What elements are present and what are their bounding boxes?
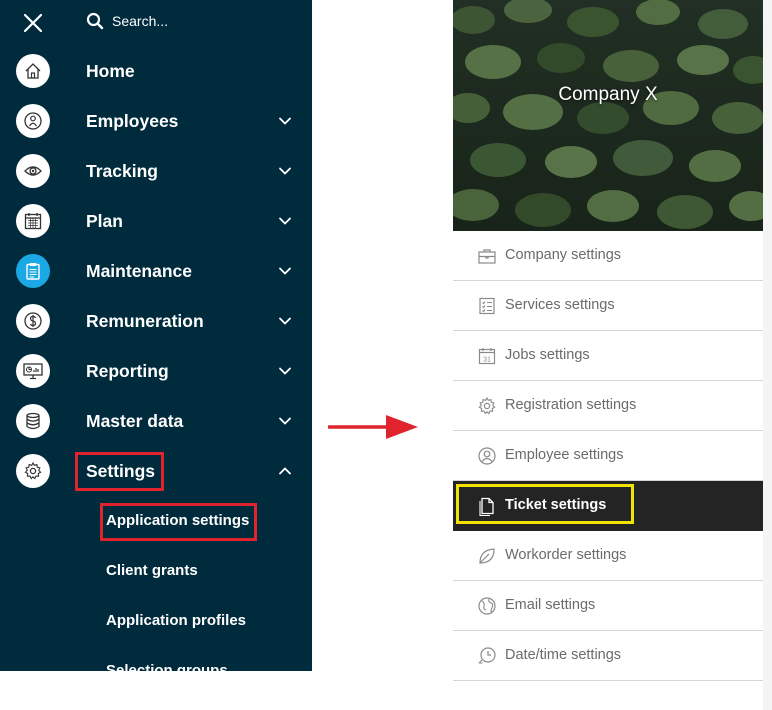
gear-icon xyxy=(16,454,50,488)
calendar-31-icon: 31 xyxy=(478,348,496,365)
menu-item-workorder-settings[interactable]: Workorder settings xyxy=(453,531,763,581)
subnav-application-profiles[interactable]: Application profiles xyxy=(106,606,246,636)
clock-icon xyxy=(478,647,496,664)
clipboard-icon xyxy=(16,254,50,288)
menu-label: Jobs settings xyxy=(505,347,590,363)
nav-item-tracking[interactable]: Tracking xyxy=(0,146,312,196)
dollar-coin-icon xyxy=(16,304,50,338)
nav-label-tracking: Tracking xyxy=(86,161,158,181)
nav-label-maintenance: Maintenance xyxy=(86,261,192,281)
globe-icon xyxy=(478,597,496,615)
nav-item-maintenance[interactable]: Maintenance xyxy=(0,246,312,296)
menu-label: Date/time settings xyxy=(505,647,622,663)
menu-item-email-settings[interactable]: Email settings xyxy=(453,581,763,631)
nav-label-home: Home xyxy=(86,61,135,81)
nav-label-master-data: Master data xyxy=(86,411,184,431)
nav-item-employees[interactable]: Employees xyxy=(0,96,312,146)
gear-icon xyxy=(478,396,496,415)
close-icon[interactable] xyxy=(20,10,46,36)
chevron-down-icon[interactable] xyxy=(278,414,292,428)
menu-item-jobs-settings[interactable]: 31 Jobs settings xyxy=(453,331,763,381)
nav-label-reporting: Reporting xyxy=(86,361,169,381)
nav-item-reporting[interactable]: Reporting xyxy=(0,346,312,396)
settings-highlight-box xyxy=(75,452,164,491)
chevron-down-icon[interactable] xyxy=(278,114,292,128)
leaves-background-image xyxy=(453,0,763,231)
company-banner: Company X xyxy=(453,0,763,231)
menu-item-company-settings[interactable]: Company settings xyxy=(453,231,763,281)
calendar-icon xyxy=(16,204,50,238)
checklist-icon xyxy=(479,297,495,315)
chevron-down-icon[interactable] xyxy=(278,364,292,378)
menu-label: Company settings xyxy=(505,247,622,263)
page: Search... Home Employees Tracking Plan M… xyxy=(0,0,772,710)
nav-label-plan: Plan xyxy=(86,211,123,231)
svg-text:31: 31 xyxy=(483,357,491,364)
search-icon xyxy=(86,12,104,30)
subnav-client-grants[interactable]: Client grants xyxy=(106,556,198,586)
menu-item-services-settings[interactable]: Services settings xyxy=(453,281,763,331)
scroll-track xyxy=(763,0,772,710)
application-settings-highlight-box xyxy=(100,503,257,541)
chevron-up-icon[interactable] xyxy=(278,464,292,478)
sidebar: Search... Home Employees Tracking Plan M… xyxy=(0,0,312,671)
home-icon xyxy=(16,54,50,88)
monitor-chart-icon xyxy=(16,354,50,388)
settings-panel: Company X Company settings Services sett… xyxy=(453,0,763,710)
menu-label: Ticket settings xyxy=(505,497,607,513)
menu-label: Email settings xyxy=(505,597,596,613)
menu-item-employee-settings[interactable]: Employee settings xyxy=(453,431,763,481)
briefcase-icon xyxy=(478,249,496,264)
company-name: Company X xyxy=(558,84,658,105)
menu-item-registration-settings[interactable]: Registration settings xyxy=(453,381,763,431)
chevron-down-icon[interactable] xyxy=(278,314,292,328)
chevron-down-icon[interactable] xyxy=(278,214,292,228)
nav-item-remuneration[interactable]: Remuneration xyxy=(0,296,312,346)
menu-label: Employee settings xyxy=(505,447,624,463)
subnav-selection-groups[interactable]: Selection groups xyxy=(106,656,228,671)
menu-label: Registration settings xyxy=(505,397,637,413)
eye-icon xyxy=(16,154,50,188)
nav-item-home[interactable]: Home xyxy=(0,46,312,96)
nav-item-master-data[interactable]: Master data xyxy=(0,396,312,446)
search-placeholder: Search... xyxy=(112,13,169,29)
menu-item-date-time-settings[interactable]: Date/time settings xyxy=(453,631,763,681)
arrow-right-icon xyxy=(328,415,418,439)
search-box[interactable]: Search... xyxy=(86,8,168,34)
nav-label-employees: Employees xyxy=(86,111,179,131)
database-icon xyxy=(16,404,50,438)
leaf-icon xyxy=(479,548,495,564)
nav-label-remuneration: Remuneration xyxy=(86,311,204,331)
user-icon xyxy=(478,447,496,465)
employee-icon xyxy=(16,104,50,138)
chevron-down-icon[interactable] xyxy=(278,164,292,178)
document-icon xyxy=(479,497,494,516)
nav-item-plan[interactable]: Plan xyxy=(0,196,312,246)
menu-item-ticket-settings[interactable]: Ticket settings xyxy=(453,481,763,531)
menu-label: Services settings xyxy=(505,297,615,313)
menu-label: Workorder settings xyxy=(505,547,627,563)
chevron-down-icon[interactable] xyxy=(278,264,292,278)
